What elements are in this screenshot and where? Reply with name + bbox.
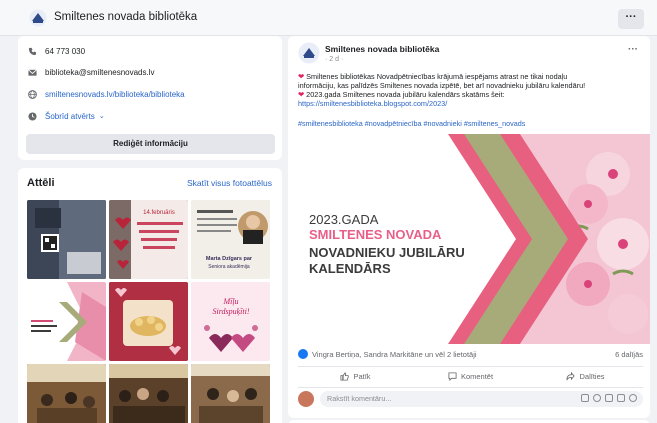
comment-composer: Rakstīt komentāru... <box>298 387 643 409</box>
photo-thumbnail[interactable]: Mīļu Sirdspuķīti! <box>191 282 270 361</box>
email-icon <box>28 68 37 76</box>
photo-image <box>109 282 188 361</box>
photo-thumbnail[interactable] <box>27 364 106 423</box>
photo-thumbnail[interactable]: 14.februāris <box>109 200 188 279</box>
post-link[interactable]: https://smiltenesbiblioteka.blogspot.com… <box>298 99 643 108</box>
phone-number: 64 773 030 <box>45 46 86 56</box>
gif-icon[interactable] <box>617 393 625 402</box>
phone-icon <box>28 47 37 55</box>
sticker-icon[interactable] <box>629 393 637 402</box>
email-address[interactable]: biblioteka@smiltenesnovads.lv <box>45 68 155 77</box>
website-link[interactable]: smiltenesnovads.lv/biblioteka/biblioteka <box>45 90 185 99</box>
see-all-photos-link[interactable]: Skatīt visus fotoattēlus <box>187 178 272 188</box>
opening-hours[interactable]: Šobrīd atvērts <box>45 112 95 121</box>
chevron-down-icon[interactable]: ⌄ <box>99 112 105 120</box>
reactions-text[interactable]: Vingra Bertiņa, Sandra Markitāne un vēl … <box>312 350 477 359</box>
hours-row[interactable]: Šobrīd atvērts ⌄ <box>28 109 105 123</box>
share-button[interactable]: Dalīties <box>528 372 643 381</box>
photo-image <box>191 364 270 423</box>
photo-image <box>27 200 106 279</box>
post-line: informāciju, kas palīdzēs Smiltenes nova… <box>298 81 586 90</box>
photo-image: Marta Dzīgars par Seniora akadēmija <box>191 200 270 279</box>
page-header: Smiltenes novada bibliotēka ··· <box>0 0 657 36</box>
photo-image: Mīļu Sirdspuķīti! <box>191 282 270 361</box>
post-more-button[interactable]: ··· <box>628 44 638 55</box>
photos-title: Attēli <box>27 177 55 189</box>
like-button[interactable]: Patīk <box>298 372 413 381</box>
photo-thumbnail[interactable] <box>109 282 188 361</box>
post-line: Smiltenes bibliotēkas Novadpētniecības k… <box>306 72 568 81</box>
image-title-jubilee: NOVADNIEKU JUBILĀRU <box>309 245 465 260</box>
more-options-button[interactable]: ··· <box>618 9 644 29</box>
avatar-sticker-icon[interactable] <box>581 393 589 402</box>
edit-info-button[interactable]: Rediģēt informāciju <box>26 134 275 154</box>
photo-thumbnail[interactable] <box>27 200 106 279</box>
post-actions: Patīk Komentēt Dalīties <box>298 366 643 386</box>
post-author[interactable]: Smiltenes novada bibliotēka <box>325 44 439 54</box>
camera-icon[interactable] <box>605 393 613 402</box>
photo-thumbnail[interactable] <box>27 282 106 361</box>
svg-text:Marta Dzīgars par: Marta Dzīgars par <box>206 256 253 262</box>
post-timestamp[interactable]: · 2 d · <box>325 56 343 63</box>
photo-image <box>27 364 106 423</box>
page-name[interactable]: Smiltenes novada bibliotēka <box>54 11 197 23</box>
phone-row: 64 773 030 <box>28 44 85 58</box>
post-image[interactable]: 2023.GADA SMILTENES NOVADA NOVADNIEKU JU… <box>288 134 650 344</box>
comment-tools <box>581 393 637 402</box>
photos-card: Attēli Skatīt visus fotoattēlus 14.febru… <box>18 168 282 423</box>
website-row[interactable]: smiltenesnovads.lv/biblioteka/biblioteka <box>28 87 185 101</box>
intro-card: 64 773 030 biblioteka@smiltenesnovads.lv… <box>18 36 282 160</box>
comment-icon <box>448 372 457 381</box>
heart-icon: ❤ <box>298 90 305 99</box>
reactions-bar[interactable]: Vingra Bertiņa, Sandra Markitāne un vēl … <box>298 346 643 362</box>
post-card: Smiltenes novada bibliotēka · 2 d · ··· … <box>288 36 650 418</box>
photo-image <box>109 364 188 423</box>
photo-image <box>27 282 106 361</box>
post-hashtags[interactable]: #smiltenesbiblioteka #novadpētniecība #n… <box>298 119 525 128</box>
svg-text:Sirdspuķīti!: Sirdspuķīti! <box>212 307 249 317</box>
comment-label: Komentēt <box>460 372 494 381</box>
heart-icon: ❤ <box>298 72 305 81</box>
comment-input[interactable]: Rakstīt komentāru... <box>320 390 643 407</box>
svg-text:14.februāris: 14.februāris <box>143 210 175 216</box>
emoji-icon[interactable] <box>593 393 601 402</box>
photo-image: 14.februāris <box>109 200 188 279</box>
thumbs-up-icon <box>340 372 350 381</box>
user-avatar[interactable] <box>298 390 314 407</box>
image-title-region: SMILTENES NOVADA <box>309 227 442 242</box>
library-logo-icon[interactable] <box>28 9 48 27</box>
photo-thumbnail[interactable] <box>109 364 188 423</box>
share-icon <box>566 372 576 381</box>
email-row[interactable]: biblioteka@smiltenesnovads.lv <box>28 65 155 79</box>
svg-text:Mīļu: Mīļu <box>222 297 238 307</box>
comment-placeholder: Rakstīt komentāru... <box>327 393 392 403</box>
globe-icon <box>28 89 37 99</box>
shares-count[interactable]: 6 dalījās <box>615 350 643 359</box>
page-avatar[interactable] <box>298 42 320 64</box>
comment-button[interactable]: Komentēt <box>413 372 528 381</box>
like-reaction-icon <box>298 349 308 359</box>
photo-thumbnail[interactable] <box>191 364 270 423</box>
image-title-year: 2023.GADA <box>309 212 379 227</box>
image-title-calendar: KALENDĀRS <box>309 261 391 276</box>
share-label: Dalīties <box>579 372 605 381</box>
like-label: Patīk <box>353 372 371 381</box>
clock-icon <box>28 111 37 121</box>
photo-thumbnail[interactable]: Marta Dzīgars par Seniora akadēmija <box>191 200 270 279</box>
svg-text:Seniora akadēmija: Seniora akadēmija <box>208 264 250 270</box>
post-line: 2023.gada Smiltenes novada jubilāru kale… <box>306 90 505 99</box>
post-text: ❤ Smiltenes bibliotēkas Novadpētniecības… <box>298 72 643 108</box>
